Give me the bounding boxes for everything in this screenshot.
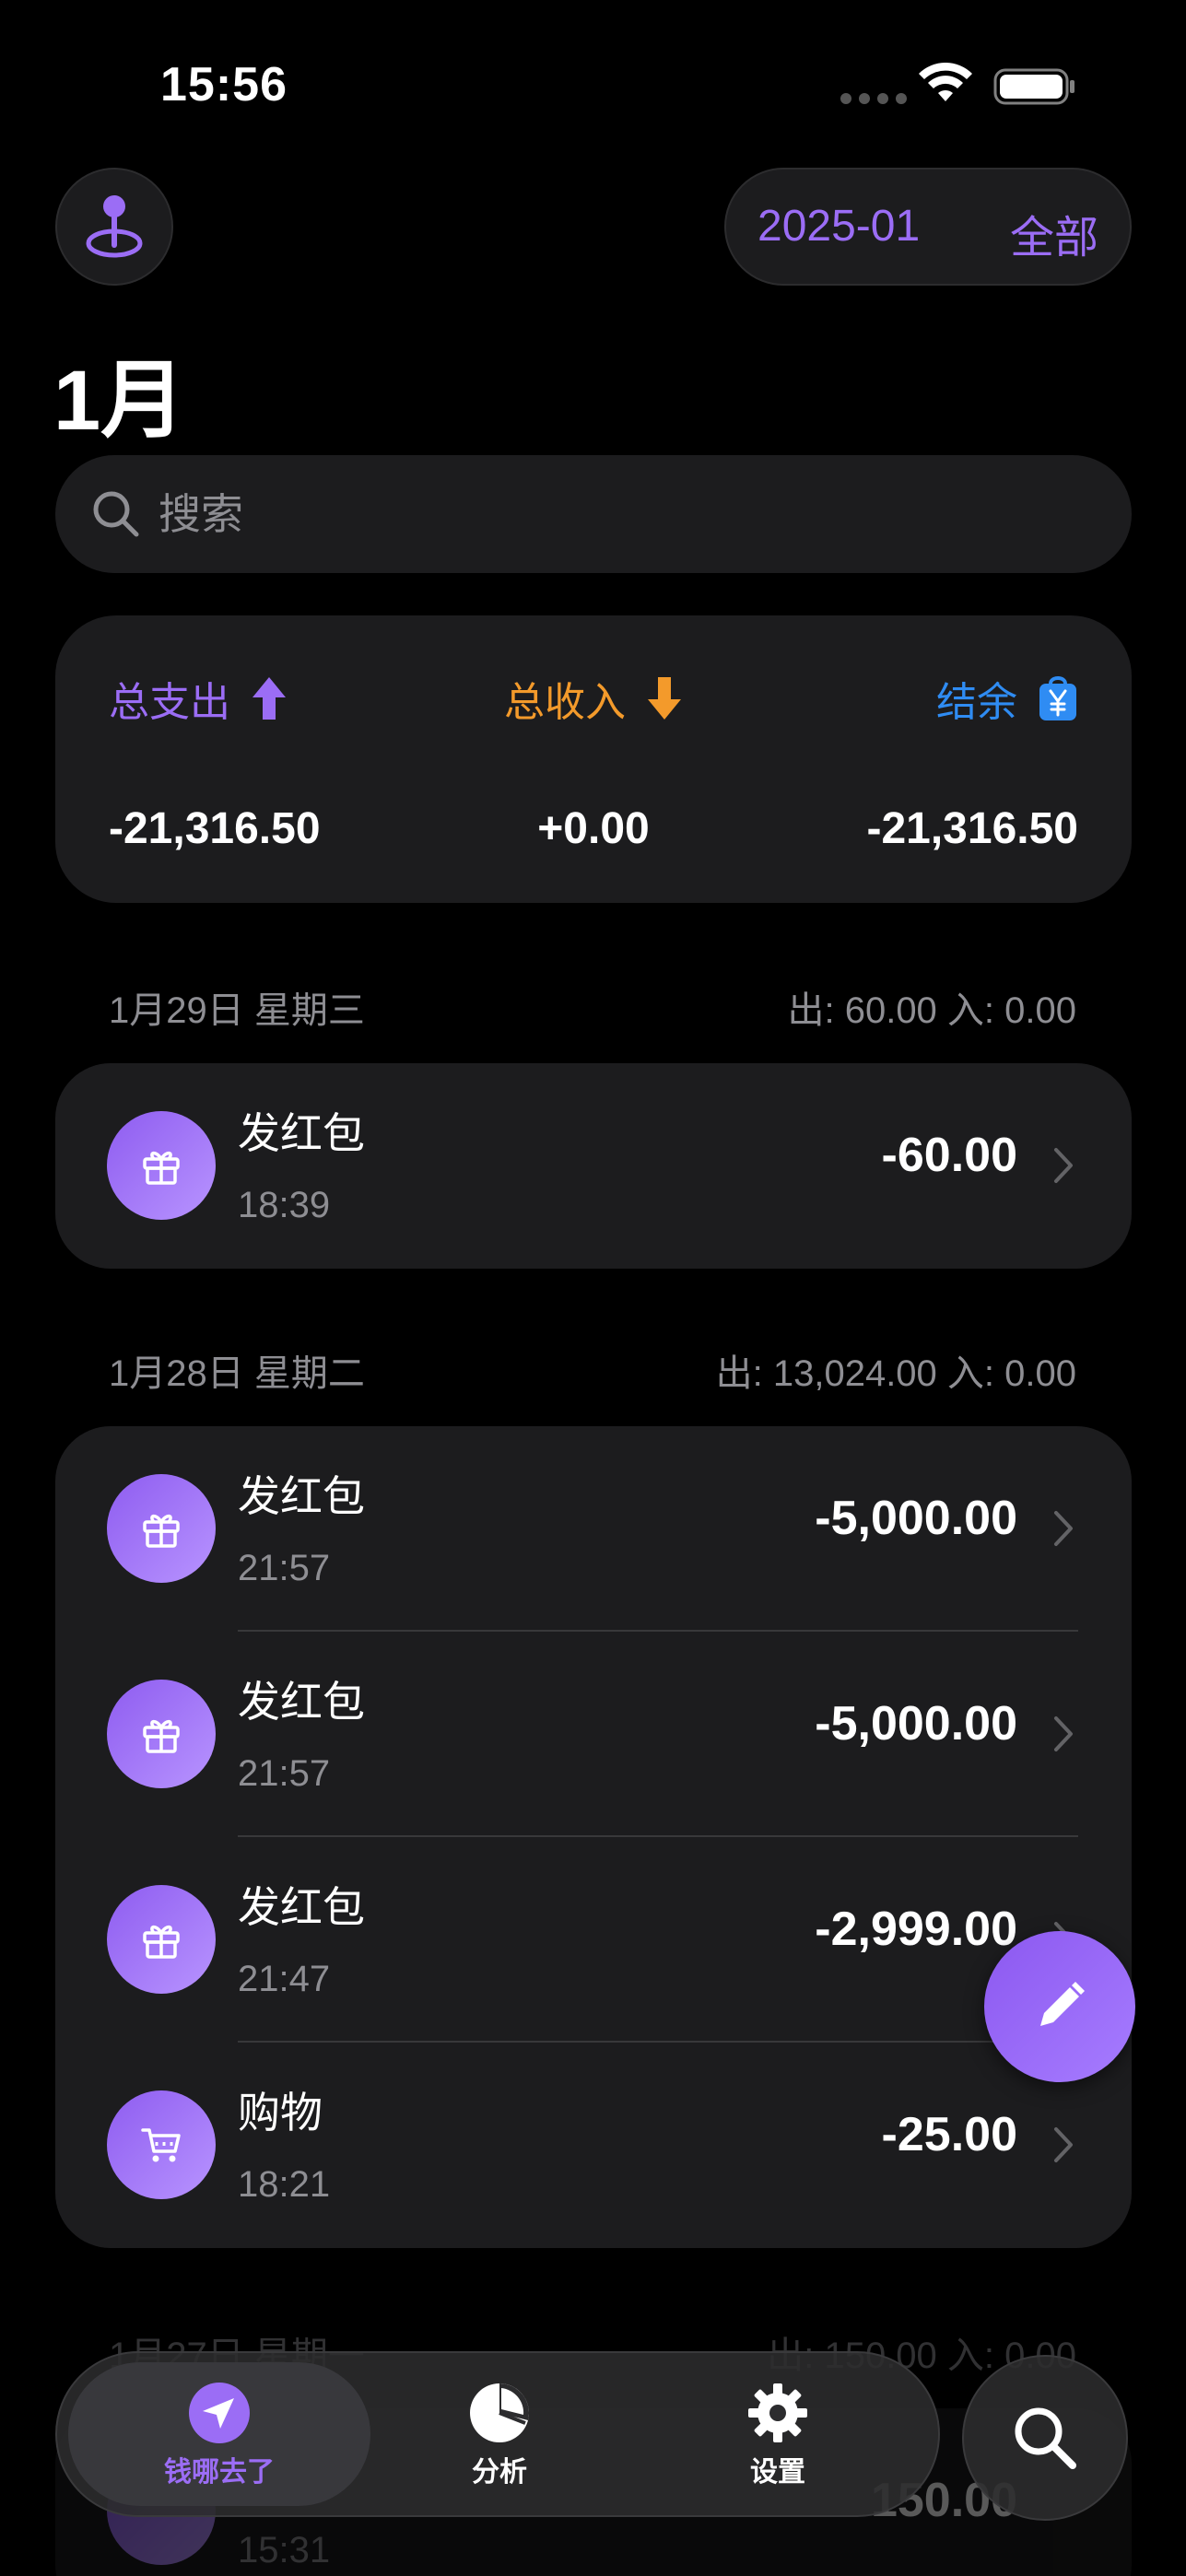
tab-where-money-went[interactable]: 钱哪去了 bbox=[68, 2362, 370, 2506]
navigation-arrow-icon bbox=[189, 2383, 250, 2443]
day-date: 1月28日 星期二 bbox=[109, 1353, 365, 1394]
transaction-row[interactable]: 发红包 21:57 -5,000.00 bbox=[55, 1426, 1132, 1632]
status-bar: 15:56 bbox=[0, 0, 1186, 166]
status-time: 15:56 bbox=[160, 58, 288, 111]
gift-icon bbox=[107, 1885, 216, 1994]
chevron-right-icon bbox=[1054, 1716, 1073, 1751]
day-header: 1月28日 星期二 出: 13,024.00 入: 0.00 bbox=[109, 1343, 1076, 1399]
day-totals: 出: 60.00 入: 0.00 bbox=[787, 990, 1076, 1031]
transaction-time: 18:21 bbox=[238, 2164, 331, 2205]
search-icon bbox=[1015, 2407, 1076, 2469]
transaction-row[interactable]: 购物 18:21 -25.00 bbox=[55, 2043, 1132, 2248]
tab-label: 分析 bbox=[472, 2457, 527, 2488]
transaction-category: 购物 bbox=[238, 2089, 323, 2137]
transaction-amount: -2,999.00 bbox=[815, 1903, 1017, 1956]
wifi-icon bbox=[919, 63, 972, 101]
balance: 结余 -21,316.50 bbox=[866, 671, 1078, 855]
add-record-button[interactable] bbox=[984, 1931, 1135, 2082]
transaction-time: 15:31 bbox=[238, 2530, 331, 2570]
balance-label: 结余 bbox=[936, 680, 1017, 725]
transaction-row[interactable]: 发红包 21:47 -2,999.00 bbox=[55, 1837, 1132, 2043]
gift-icon bbox=[107, 1111, 216, 1220]
total-income-label: 总收入 bbox=[504, 680, 626, 725]
transaction-row[interactable]: 发红包 21:57 -5,000.00 bbox=[55, 1632, 1132, 1837]
arrow-down-icon bbox=[648, 677, 681, 720]
tab-label: 钱哪去了 bbox=[164, 2457, 275, 2488]
search-bar[interactable] bbox=[55, 455, 1132, 573]
search-input[interactable] bbox=[159, 479, 988, 549]
month-filter[interactable]: 2025-01 bbox=[757, 201, 920, 252]
transaction-amount: -5,000.00 bbox=[815, 1492, 1017, 1545]
search-icon bbox=[93, 491, 139, 537]
transaction-time: 21:57 bbox=[238, 1753, 331, 1794]
transaction-amount: -25.00 bbox=[881, 2108, 1017, 2161]
location-pin-icon bbox=[86, 195, 143, 258]
transaction-time: 21:47 bbox=[238, 1959, 331, 1999]
gift-icon bbox=[107, 1474, 216, 1583]
date-scope-filter[interactable]: 2025-01 全部 bbox=[724, 168, 1132, 286]
pencil-icon bbox=[1040, 1982, 1085, 2026]
gear-icon bbox=[748, 2383, 807, 2442]
chevron-right-icon bbox=[1054, 2127, 1073, 2162]
page-title: 1月 bbox=[53, 354, 186, 448]
scope-filter[interactable]: 全部 bbox=[1010, 201, 1098, 265]
balance-value: -21,316.50 bbox=[866, 804, 1078, 853]
yen-bag-icon bbox=[1039, 676, 1076, 720]
cellular-signal-icon bbox=[840, 92, 914, 109]
transaction-category: 发红包 bbox=[238, 1472, 365, 1520]
pie-chart-icon bbox=[470, 2383, 530, 2442]
transaction-amount: -5,000.00 bbox=[815, 1697, 1017, 1751]
summary-card: 总支出 -21,316.50 总收入 +0.00 结余 -21,316.50 bbox=[55, 615, 1132, 903]
transaction-time: 18:39 bbox=[238, 1185, 331, 1225]
tab-label: 设置 bbox=[750, 2457, 805, 2488]
day-totals: 出: 13,024.00 入: 0.00 bbox=[715, 1353, 1076, 1394]
location-pin-button[interactable] bbox=[55, 168, 173, 286]
gift-icon bbox=[107, 1680, 216, 1788]
transaction-group: 发红包 18:39 -60.00 bbox=[55, 1063, 1132, 1269]
chevron-right-icon bbox=[1054, 1511, 1073, 1546]
chevron-right-icon bbox=[1054, 1148, 1073, 1183]
search-button[interactable] bbox=[962, 2355, 1128, 2521]
tab-analysis[interactable]: 分析 bbox=[348, 2362, 651, 2506]
transaction-group: 发红包 21:57 -5,000.00 发红包 21:57 -5,000.00 … bbox=[55, 1426, 1132, 2248]
day-date: 1月29日 星期三 bbox=[109, 990, 365, 1031]
tab-settings[interactable]: 设置 bbox=[627, 2362, 929, 2506]
transaction-amount: -60.00 bbox=[881, 1129, 1017, 1182]
battery-icon bbox=[993, 68, 1074, 105]
transaction-category: 发红包 bbox=[238, 1883, 365, 1931]
transaction-category: 发红包 bbox=[238, 1678, 365, 1726]
transaction-row[interactable]: 发红包 18:39 -60.00 bbox=[55, 1063, 1132, 1269]
transaction-category: 发红包 bbox=[238, 1109, 365, 1157]
transaction-time: 21:57 bbox=[238, 1548, 331, 1588]
tab-bar: 钱哪去了 分析 设置 bbox=[55, 2351, 940, 2517]
day-header: 1月29日 星期三 出: 60.00 入: 0.00 bbox=[109, 980, 1076, 1036]
cart-icon bbox=[107, 2090, 216, 2199]
